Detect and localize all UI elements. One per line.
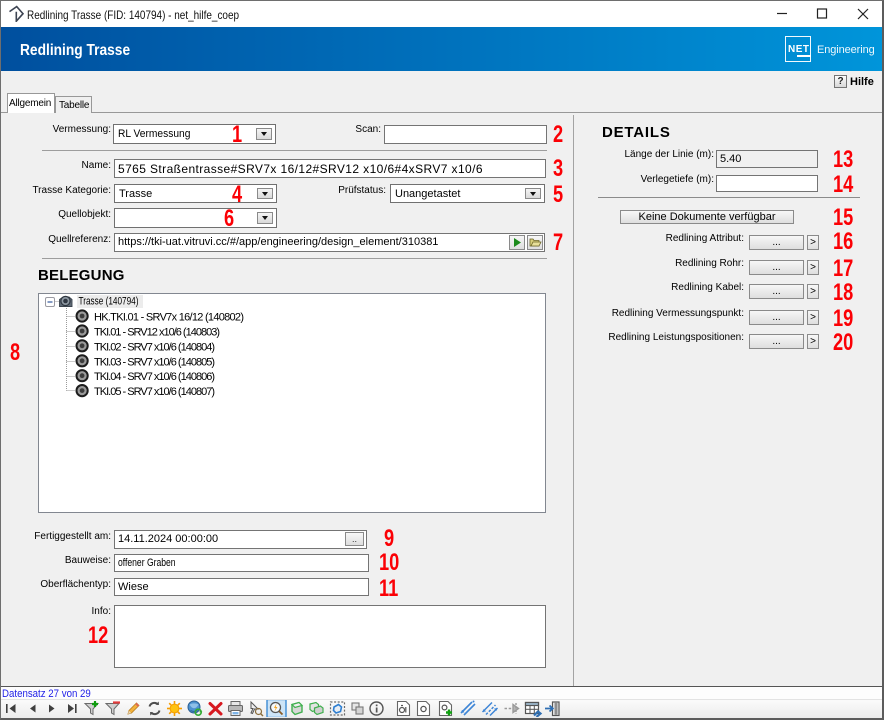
svg-text:TKI.04 - SRV7 x10/6 (140806): TKI.04 - SRV7 x10/6 (140806) <box>94 371 215 383</box>
svg-text:TKI.05 - SRV7 x10/6 (140807): TKI.05 - SRV7 x10/6 (140807) <box>94 386 215 398</box>
svg-text:HK.TKI.01 - SRV7x 16/12 (14080: HK.TKI.01 - SRV7x 16/12 (140802) <box>94 312 244 324</box>
svg-text:Trasse (140794): Trasse (140794) <box>79 296 139 308</box>
svg-text:TKI.02 - SRV7 x10/6 (140804): TKI.02 - SRV7 x10/6 (140804) <box>94 341 215 353</box>
svg-text:TKI.01 - SRV12 x10/6 (140803): TKI.01 - SRV12 x10/6 (140803) <box>94 327 220 339</box>
svg-text:TKI.03 - SRV7 x10/6 (140805): TKI.03 - SRV7 x10/6 (140805) <box>94 356 215 368</box>
